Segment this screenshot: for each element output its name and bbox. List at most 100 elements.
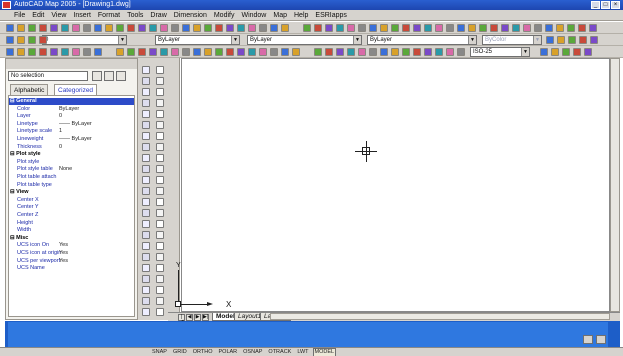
draw-tool-icon[interactable] — [142, 66, 150, 74]
draw-tool-icon[interactable] — [156, 297, 164, 305]
draw-tool-icon[interactable] — [156, 77, 164, 85]
toolbar-button-icon[interactable] — [589, 24, 597, 32]
toolbar-button-icon[interactable] — [490, 24, 498, 32]
chevron-down-icon[interactable]: ▼ — [231, 36, 239, 44]
menu-item-draw[interactable]: Draw — [150, 12, 166, 19]
draw-tool-icon[interactable] — [142, 286, 150, 294]
toolbar-button-icon[interactable] — [72, 48, 80, 56]
property-row[interactable]: UCS icon On Yes — [9, 242, 134, 249]
toolbar-button-icon[interactable] — [446, 24, 454, 32]
toolbar-button-icon[interactable] — [303, 24, 311, 32]
property-category[interactable]: ⊟ Misc — [9, 235, 134, 242]
draw-tool-icon[interactable] — [142, 308, 150, 316]
toolbar-button-icon[interactable] — [546, 36, 554, 44]
drawing-canvas[interactable] — [181, 58, 610, 312]
toolbar-button-icon[interactable] — [105, 24, 113, 32]
toolbar-button-icon[interactable] — [149, 48, 157, 56]
toolbar-button-icon[interactable] — [413, 48, 421, 56]
toolbar-button-icon[interactable] — [424, 48, 432, 56]
toolbar-button-icon[interactable] — [248, 48, 256, 56]
draw-tool-icon[interactable] — [156, 132, 164, 140]
menu-item-help[interactable]: Help — [294, 12, 308, 19]
toolbar-button-icon[interactable] — [562, 48, 570, 56]
property-row[interactable]: Plot table type — [9, 182, 134, 189]
toggle-otrack[interactable]: OTRACK — [266, 348, 293, 356]
menu-item-format[interactable]: Format — [98, 12, 120, 19]
close-button[interactable]: × — [611, 1, 620, 9]
property-row[interactable]: Linetype scale 1 — [9, 128, 134, 135]
menu-item-esriapps[interactable]: ESRIapps — [315, 12, 347, 19]
draw-tool-icon[interactable] — [142, 88, 150, 96]
menu-item-map[interactable]: Map — [273, 12, 287, 19]
menu-item-dimension[interactable]: Dimension — [174, 12, 207, 19]
lineweight-combo[interactable]: ByLayer ▼ — [367, 35, 477, 45]
toolbar-button-icon[interactable] — [369, 24, 377, 32]
toolbar-button-icon[interactable] — [512, 24, 520, 32]
toolbar-button-icon[interactable] — [369, 48, 377, 56]
draw-tool-icon[interactable] — [156, 110, 164, 118]
property-row[interactable]: Color ByLayer — [9, 106, 134, 113]
property-row[interactable]: UCS icon at origin Yes — [9, 250, 134, 257]
draw-tool-icon[interactable] — [156, 176, 164, 184]
toolbar-button-icon[interactable] — [17, 48, 25, 56]
color-combo[interactable]: ByLayer ▼ — [155, 35, 240, 45]
toolbar-button-icon[interactable] — [226, 48, 234, 56]
draw-tool-icon[interactable] — [156, 209, 164, 217]
toolbar-button-icon[interactable] — [358, 24, 366, 32]
toolbar-button-icon[interactable] — [391, 48, 399, 56]
toolbar-button-icon[interactable] — [72, 24, 80, 32]
toolbar-button-icon[interactable] — [336, 48, 344, 56]
toolbar-button-icon[interactable] — [336, 24, 344, 32]
draw-tool-icon[interactable] — [142, 99, 150, 107]
toolbar-button-icon[interactable] — [424, 24, 432, 32]
toolbar-button-icon[interactable] — [578, 24, 586, 32]
plotstyle-combo[interactable]: ByColor ▼ — [482, 35, 542, 45]
app-icon[interactable] — [2, 1, 11, 9]
draw-tool-icon[interactable] — [156, 187, 164, 195]
toolbar-button-icon[interactable] — [556, 24, 564, 32]
property-category[interactable]: ⊟ General — [9, 98, 134, 105]
toolbar-button-icon[interactable] — [215, 24, 223, 32]
toolbar-button-icon[interactable] — [534, 24, 542, 32]
toolbar-button-icon[interactable] — [94, 48, 102, 56]
toolbar-button-icon[interactable] — [39, 24, 47, 32]
toolbar-button-icon[interactable] — [116, 48, 124, 56]
draw-tool-icon[interactable] — [142, 275, 150, 283]
property-row[interactable]: Plot style — [9, 159, 134, 166]
chevron-down-icon[interactable]: ▼ — [533, 36, 541, 44]
draw-tool-icon[interactable] — [142, 209, 150, 217]
toolbar-button-icon[interactable] — [226, 24, 234, 32]
draw-tool-icon[interactable] — [142, 253, 150, 261]
toolbar-button-icon[interactable] — [116, 24, 124, 32]
draw-tool-icon[interactable] — [156, 154, 164, 162]
toolbar-button-icon[interactable] — [237, 48, 245, 56]
toolbar-button-icon[interactable] — [39, 48, 47, 56]
chevron-down-icon[interactable]: ▼ — [468, 36, 476, 44]
toolbar-button-icon[interactable] — [281, 48, 289, 56]
toolbar-button-icon[interactable] — [523, 24, 531, 32]
toolbar-button-icon[interactable] — [6, 48, 14, 56]
draw-tool-icon[interactable] — [142, 187, 150, 195]
toolbar-button-icon[interactable] — [259, 48, 267, 56]
draw-tool-icon[interactable] — [156, 231, 164, 239]
property-row[interactable]: Center X — [9, 197, 134, 204]
toolbar-button-icon[interactable] — [590, 36, 598, 44]
toolbar-button-icon[interactable] — [573, 48, 581, 56]
property-row[interactable]: Lineweight —— ByLayer — [9, 136, 134, 143]
toolbar-button-icon[interactable] — [435, 24, 443, 32]
quick-select-icon[interactable] — [116, 71, 126, 81]
toggle-osnap[interactable]: OSNAP — [241, 348, 264, 356]
property-row[interactable]: Layer 0 — [9, 113, 134, 120]
toolbar-button-icon[interactable] — [501, 24, 509, 32]
toolbar-button-icon[interactable] — [468, 24, 476, 32]
toggle-snap[interactable]: SNAP — [150, 348, 169, 356]
toolbar-button-icon[interactable] — [28, 36, 36, 44]
property-row[interactable]: UCS Name — [9, 265, 134, 272]
draw-tool-icon[interactable] — [156, 165, 164, 173]
vertical-scrollbar[interactable] — [610, 58, 620, 312]
toolbar-button-icon[interactable] — [6, 36, 14, 44]
toolbar-button-icon[interactable] — [182, 24, 190, 32]
toolbar-button-icon[interactable] — [292, 48, 300, 56]
draw-tool-icon[interactable] — [156, 88, 164, 96]
draw-tool-icon[interactable] — [142, 132, 150, 140]
